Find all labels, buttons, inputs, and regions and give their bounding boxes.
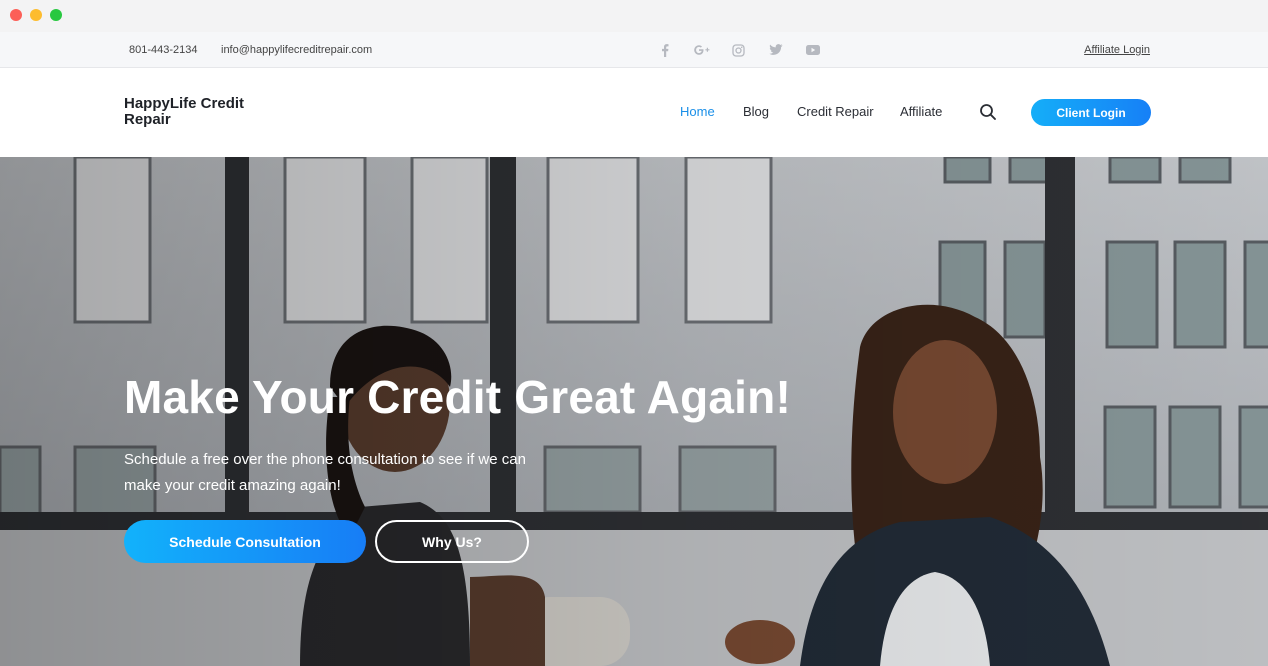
site-header: HappyLife Credit Repair Home Blog Credit… [0,68,1268,157]
google-plus-icon[interactable] [683,40,720,60]
hero-section: Make Your Credit Great Again! Schedule a… [0,157,1268,666]
facebook-icon[interactable] [646,40,683,60]
hero-subtitle: Schedule a free over the phone consultat… [124,451,526,494]
schedule-consultation-button[interactable]: Schedule Consultation [124,520,366,563]
youtube-icon[interactable] [794,40,831,60]
email-address[interactable]: info@happylifecreditrepair.com [221,44,372,56]
window-titlebar [0,0,1268,32]
nav-item-credit-repair[interactable]: Credit Repair [797,104,874,119]
hero-title: Make Your Credit Great Again! [124,371,791,423]
maximize-window-button[interactable] [50,9,62,21]
phone-number[interactable]: 801-443-2134 [129,44,198,56]
twitter-icon[interactable] [757,40,794,60]
close-window-button[interactable] [10,9,22,21]
instagram-icon[interactable] [720,40,757,60]
why-us-button[interactable]: Why Us? [375,520,529,563]
affiliate-login-link[interactable]: Affiliate Login [1084,44,1150,56]
social-links [646,40,831,60]
nav-item-home[interactable]: Home [680,104,715,119]
site-logo[interactable]: HappyLife Credit Repair [124,96,284,128]
client-login-button[interactable]: Client Login [1031,99,1151,126]
nav-item-affiliate[interactable]: Affiliate [900,104,942,119]
top-contact-bar: 801-443-2134 info@happylifecreditrepair.… [0,32,1268,68]
nav-item-blog[interactable]: Blog [743,104,769,119]
minimize-window-button[interactable] [30,9,42,21]
search-icon[interactable] [979,103,997,121]
